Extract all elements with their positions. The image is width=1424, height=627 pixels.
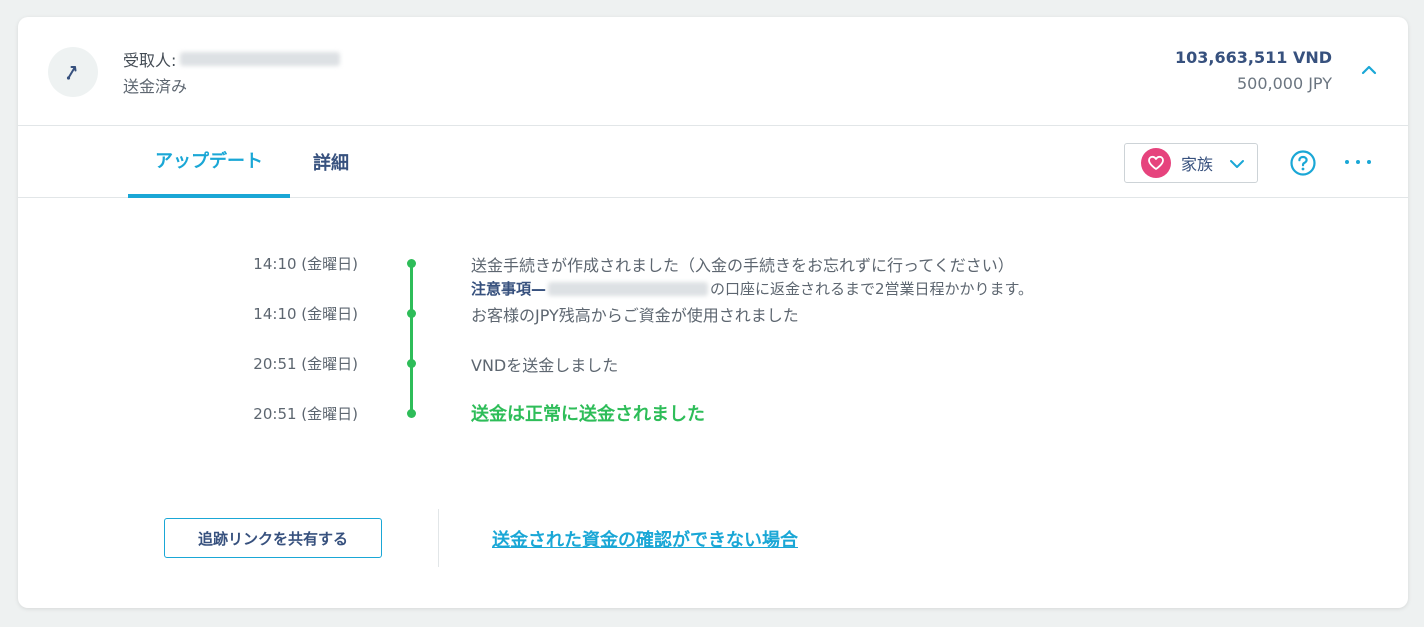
transfer-header[interactable]: 受取人: 送金済み 103,663,511 VND 500,000 JPY [18,17,1408,126]
timeline-item-success: 20:51 (金曜日) 送金は正常に送金されました [18,401,1408,425]
timeline-success-text: 送金は正常に送金されました [471,404,705,425]
transfer-card: 受取人: 送金済み 103,663,511 VND 500,000 JPY アッ… [18,17,1408,608]
source-amount: 500,000 JPY [1236,74,1332,93]
timeline-line [410,262,413,412]
help-icon[interactable] [1289,149,1317,177]
timeline-text: 送金手続きが作成されました（入金の手続きをお忘れずに行ってください） [471,256,1014,275]
recipient-line: 受取人: [123,47,341,71]
note-text: の口座に返金されるまで2営業日程かかります。 [710,280,1034,298]
footer-divider [438,509,439,567]
timeline-item: 14:10 (金曜日) お客様のJPY残高からご資金が使用されました [18,301,1408,325]
timeline-dot [407,259,416,268]
tab-updates[interactable]: アップデート [128,126,290,198]
timeline-text: お客様のJPY残高からご資金が使用されました [471,306,799,325]
refund-note: 注意事項— の口座に返金されるまで2営業日程かかります。 [471,278,1033,299]
timeline-dot [407,309,416,318]
transfer-timeline: 14:10 (金曜日) 送金手続きが作成されました（入金の手続きをお忘れずに行っ… [18,198,1408,498]
recipient-name-redacted [180,52,341,66]
timeline-dot [407,409,416,418]
transfer-status: 送金済み [123,77,188,96]
recipient-label: 受取人: [123,51,177,70]
target-amount: 103,663,511 VND [1175,48,1332,67]
timeline-time: 20:51 (金曜日) [253,405,358,423]
timeline-text: VNDを送金しました [471,356,619,375]
sent-arrow-icon [66,66,77,80]
chevron-down-icon [1230,160,1244,168]
tab-details[interactable]: 詳細 [296,126,366,197]
collapse-chevron-icon[interactable] [1360,63,1378,77]
note-label: 注意事項— [471,280,547,298]
timeline-time: 14:10 (金曜日) [253,305,358,323]
funds-not-received-link[interactable]: 送金された資金の確認ができない場合 [492,526,798,552]
timeline-dot [407,359,416,368]
timeline-item: 20:51 (金曜日) VNDを送金しました [18,351,1408,375]
timeline-time: 14:10 (金曜日) [253,255,358,273]
transfer-avatar [48,47,98,97]
category-dropdown[interactable]: 家族 [1124,143,1258,183]
tab-bar: アップデート 詳細 家族 [18,126,1408,198]
timeline-time: 20:51 (金曜日) [253,355,358,373]
heart-icon [1141,148,1171,178]
recipient-name-redacted [548,281,709,296]
share-tracking-link-button[interactable]: 追跡リンクを共有する [164,518,382,558]
more-options-icon[interactable] [1345,151,1371,173]
category-label: 家族 [1181,155,1214,174]
timeline-item: 14:10 (金曜日) 送金手続きが作成されました（入金の手続きをお忘れずに行っ… [18,251,1408,275]
